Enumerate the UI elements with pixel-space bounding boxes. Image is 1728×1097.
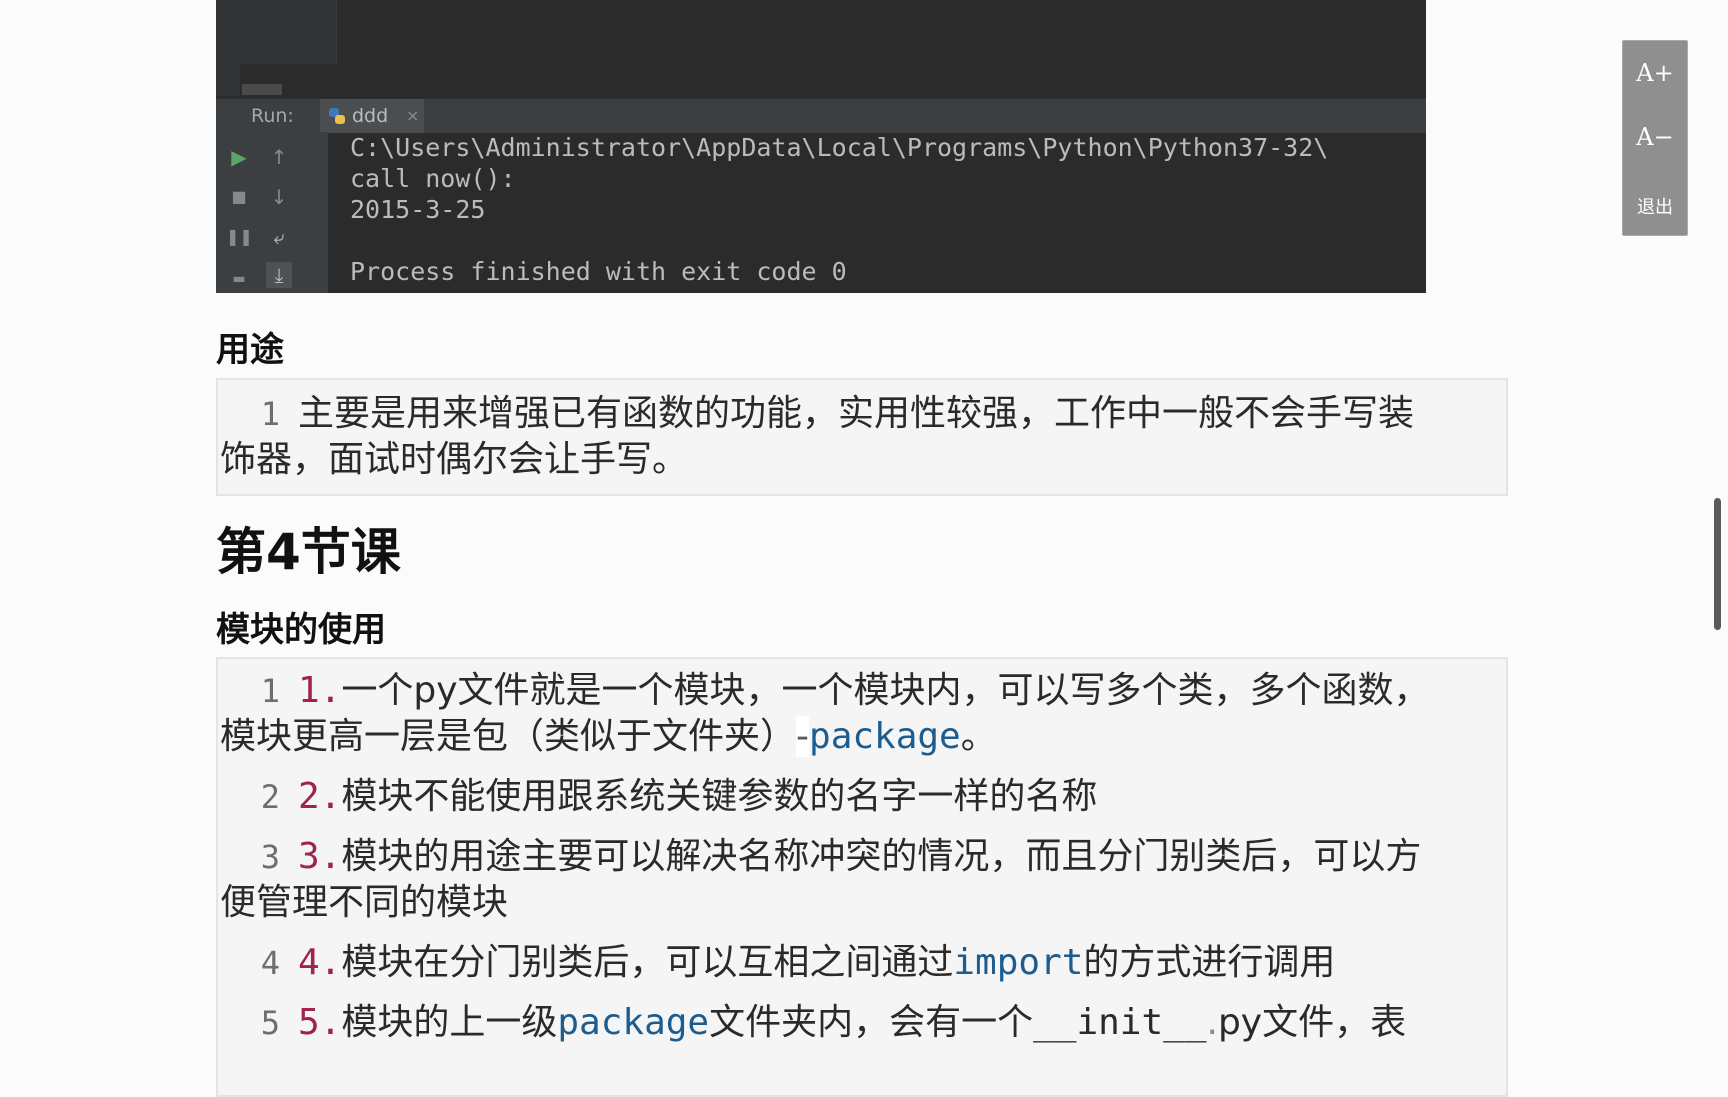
arrow-up-icon[interactable]: ↑ [266,144,292,170]
list-number: 1. [298,670,342,711]
list-number: 3. [298,836,342,877]
arrow-down-icon[interactable]: ↓ [266,184,292,210]
modules-code-block: 1 1.一个py文件就是一个模块，一个模块内，可以写多个类，多个函数， 模块更高一… [216,657,1508,1097]
code-text: 文件夹内，会有一个 [709,1002,1034,1043]
editor-horizontal-scrollbar[interactable] [242,84,282,95]
code-line: 2 2.模块不能使用跟系统关键参数的名字一样的名称 [218,773,1506,821]
console-output: C:\Users\Administrator\AppData\Local\Pro… [350,132,1426,293]
run-tab-ddd[interactable]: ddd × [320,99,424,133]
run-label: Run: [251,105,294,127]
play-icon[interactable]: ▶ [226,144,252,170]
run-tab-label: ddd [352,105,389,127]
code-text: 饰器，面试时偶尔会让手写。 [220,439,689,480]
console-line: C:\Users\Administrator\AppData\Local\Pro… [350,133,1329,162]
code-line: 5 5.模块的上一级package文件夹内，会有一个__init__.py文件，表 [218,999,1506,1047]
font-decrease-button[interactable]: A− [1623,123,1687,151]
lesson-title: 第4节课 [216,523,401,581]
code-text: 模块不能使用跟系统关键参数的名字一样的名称 [341,776,1098,817]
code-text: 模块在分门别类后，可以互相之间通过 [341,942,954,983]
console-line: Process finished with exit code 0 [350,257,847,286]
keyword-import: import [953,942,1084,983]
code-dot: . [1206,1002,1218,1043]
code-text: 模块的用途主要可以解决名称冲突的情况，而且分门别类后，可以方 [341,836,1422,877]
list-number: 5. [298,1002,342,1043]
line-number: 4 [260,944,280,982]
font-size-panel: A+ A− 退出 [1622,40,1688,236]
python-icon [329,108,345,124]
line-number: 5 [260,1004,280,1042]
usage-code-block: 1 主要是用来增强已有函数的功能，实用性较强，工作中一般不会手写装 饰器，面试时偶… [216,378,1508,496]
console-line: call now(): [350,164,516,193]
list-number: 4. [298,942,342,983]
code-line: 1 1.一个py文件就是一个模块，一个模块内，可以写多个类，多个函数， [218,667,1506,715]
ide-run-screenshot: Run: ddd × ▶ ↑ ■ ↓ ❚❚ ⤶ ⤓ ▬ C:\Users\Adm… [216,0,1426,293]
line-number: 1 [260,672,280,710]
code-dash: - [796,716,810,757]
list-number: 2. [298,776,342,817]
code-text: 便管理不同的模块 [220,882,509,923]
section-heading-usage: 用途 [216,330,284,370]
code-text: 一个py文件就是一个模块，一个模块内，可以写多个类，多个函数， [341,670,1430,711]
line-number: 3 [260,838,280,876]
page-scrollbar[interactable] [1714,498,1721,630]
code-init: __init__ [1033,1002,1207,1043]
code-text: py文件，表 [1217,1002,1407,1043]
code-line: 4 4.模块在分门别类后，可以互相之间通过import的方式进行调用 [218,939,1506,987]
code-text: 模块更高一层是包（类似于文件夹） [220,716,797,757]
code-line-wrap: 便管理不同的模块 [218,879,1506,927]
code-line: 3 3.模块的用途主要可以解决名称冲突的情况，而且分门别类后，可以方 [218,833,1506,881]
stop-icon[interactable]: ■ [226,184,252,210]
editor-gutter-panel [240,0,337,64]
code-text: 的方式进行调用 [1083,942,1336,983]
pause-icon[interactable]: ❚❚ [226,224,253,250]
font-increase-button[interactable]: A+ [1623,59,1687,87]
run-tool-window-header: Run: ddd × [216,98,1426,133]
code-line-wrap: 饰器，面试时偶尔会让手写。 [218,436,1506,484]
code-text: 模块的上一级 [341,1002,558,1043]
exit-button[interactable]: 退出 [1623,193,1687,219]
run-toolstrip: ▶ ↑ ■ ↓ ❚❚ ⤶ ⤓ ▬ [216,132,328,293]
section-heading-modules: 模块的使用 [216,610,386,650]
soft-wrap-icon[interactable]: ⤶ [266,224,292,250]
console-line: 2015-3-25 [350,195,486,224]
scroll-to-end-icon[interactable]: ⤓ [266,262,292,288]
code-line-wrap: 模块更高一层是包（类似于文件夹）-package。 [218,713,1506,761]
line-number: 2 [260,778,280,816]
code-line: 1 主要是用来增强已有函数的功能，实用性较强，工作中一般不会手写装 [218,390,1506,438]
line-number: 1 [260,395,280,433]
editor-gutter [216,0,240,96]
layout-icon[interactable]: ▬ [226,266,252,292]
keyword-package: package [557,1002,710,1043]
code-text: 。 [960,716,997,757]
keyword-package: package [809,716,961,757]
code-text: 主要是用来增强已有函数的功能，实用性较强，工作中一般不会手写装 [298,393,1415,434]
close-icon[interactable]: × [406,106,419,125]
